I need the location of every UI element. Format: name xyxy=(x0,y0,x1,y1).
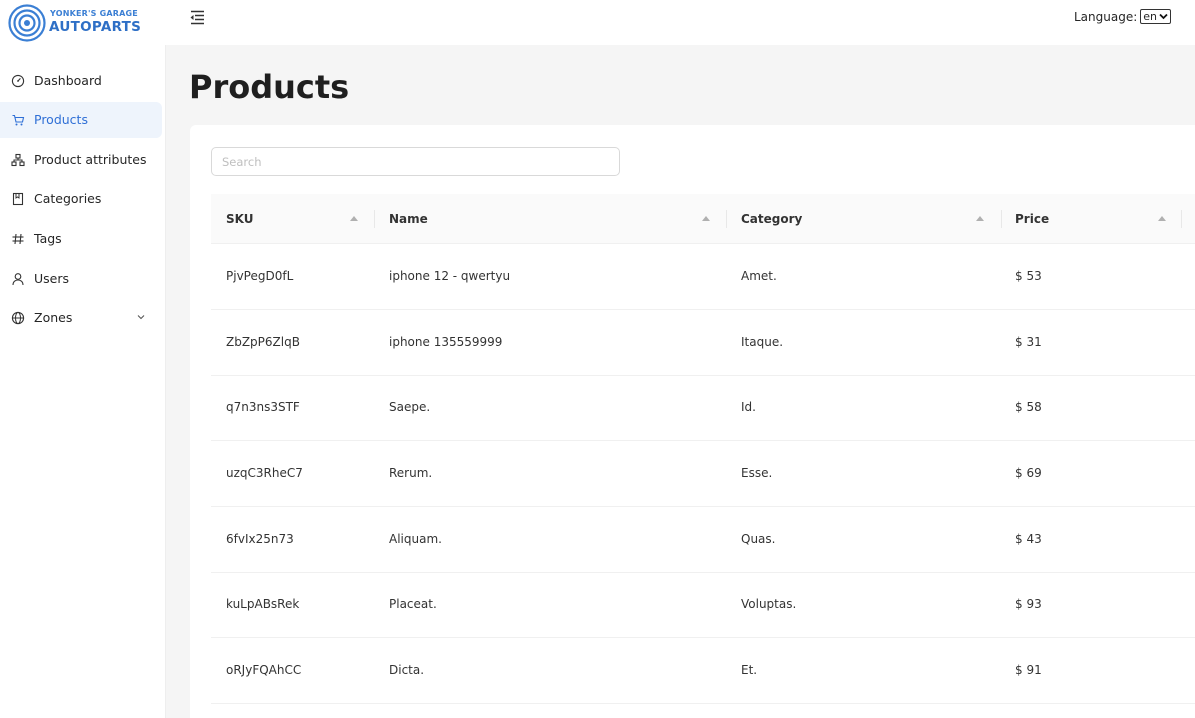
sidebar-item-products[interactable]: Products xyxy=(0,102,162,138)
brand-bottom-text: AUTOPARTS xyxy=(49,19,142,35)
column-divider xyxy=(374,210,375,228)
sort-ascending-icon xyxy=(702,216,710,221)
cell-category: Amet. xyxy=(741,269,777,283)
book-icon xyxy=(12,192,24,206)
user-icon xyxy=(12,273,24,286)
globe-icon xyxy=(11,311,25,325)
sidebar-item-zones[interactable]: Zones xyxy=(0,300,162,336)
table-row[interactable]: ZbZpP6ZlqB iphone 135559999 Itaque. $ 31 xyxy=(211,310,1195,376)
cell-price: $ 93 xyxy=(1015,597,1042,611)
dashboard-icon xyxy=(11,74,25,88)
column-header-label: Category xyxy=(741,212,803,226)
column-header-price[interactable]: Price xyxy=(1015,194,1175,244)
table-header: SKU Name Category Price xyxy=(211,194,1195,244)
sidebar-item-label: Tags xyxy=(34,231,62,246)
cell-price: $ 43 xyxy=(1015,532,1042,546)
cell-sku: oRJyFQAhCC xyxy=(226,663,302,677)
cell-price: $ 91 xyxy=(1015,663,1042,677)
language-selector: Language: en xyxy=(1074,9,1172,24)
sidebar-item-categories[interactable]: Categories xyxy=(0,181,162,217)
sidebar-item-dashboard[interactable]: Dashboard xyxy=(0,63,162,99)
sidebar: Dashboard Products Product attributes Ca… xyxy=(0,45,166,718)
language-label: Language: xyxy=(1074,9,1138,24)
menu-collapse-button[interactable] xyxy=(188,8,206,26)
column-header-label: SKU xyxy=(226,212,254,226)
sidebar-item-label: Categories xyxy=(34,191,102,206)
cell-name: Aliquam. xyxy=(389,532,442,546)
table-row[interactable]: PjvPegD0fL iphone 12 - qwertyu Amet. $ 5… xyxy=(211,244,1195,310)
cell-name: Placeat. xyxy=(389,597,437,611)
cell-name: iphone 12 - qwertyu xyxy=(389,269,511,283)
cell-sku: PjvPegD0fL xyxy=(226,269,294,283)
sidebar-item-tags[interactable]: Tags xyxy=(0,221,162,257)
sidebar-item-label: Product attributes xyxy=(34,152,147,167)
column-header-label: Name xyxy=(389,212,428,226)
cell-sku: ZbZpP6ZlqB xyxy=(226,335,300,349)
column-divider xyxy=(1001,210,1002,228)
cell-name: Dicta. xyxy=(389,663,425,677)
chevron-down-icon xyxy=(137,315,145,320)
cell-sku: kuLpABsRek xyxy=(226,597,300,611)
cell-category: Et. xyxy=(741,663,758,677)
sort-ascending-icon xyxy=(1158,216,1166,221)
cart-icon xyxy=(12,114,25,126)
brand-top-text: YONKER'S GARAGE xyxy=(50,9,138,18)
hierarchy-icon xyxy=(11,153,25,167)
sidebar-item-label: Users xyxy=(34,271,70,286)
cell-name: Saepe. xyxy=(389,400,431,414)
brand-logo[interactable]: YONKER'S GARAGE AUTOPARTS xyxy=(8,4,168,42)
cell-price: $ 69 xyxy=(1015,466,1042,480)
column-divider xyxy=(1181,210,1182,228)
page-title: Products xyxy=(189,68,350,106)
language-select[interactable]: en xyxy=(1140,9,1172,24)
top-bar: YONKER'S GARAGE AUTOPARTS Language: en xyxy=(0,0,1195,45)
sort-ascending-icon xyxy=(976,216,984,221)
cell-name: iphone 135559999 xyxy=(389,335,503,349)
column-header-sku[interactable]: SKU xyxy=(226,194,360,244)
cell-category: Esse. xyxy=(741,466,773,480)
cell-price: $ 31 xyxy=(1015,335,1042,349)
table-row[interactable]: uzqC3RheC7 Rerum. Esse. $ 69 xyxy=(211,441,1195,507)
target-logo-icon xyxy=(8,4,46,42)
cell-category: Voluptas. xyxy=(741,597,797,611)
column-divider xyxy=(726,210,727,228)
language-value: en xyxy=(1143,10,1158,23)
table-row[interactable]: 6fvIx25n73 Aliquam. Quas. $ 43 xyxy=(211,507,1195,573)
sidebar-item-users[interactable]: Users xyxy=(0,261,162,297)
column-header-label: Price xyxy=(1015,212,1050,226)
cell-price: $ 53 xyxy=(1015,269,1042,283)
cell-sku: 6fvIx25n73 xyxy=(226,532,294,546)
search-input[interactable] xyxy=(211,147,620,176)
cell-category: Id. xyxy=(741,400,756,414)
table-row[interactable]: q7n3ns3STF Saepe. Id. $ 58 xyxy=(211,375,1195,441)
sort-ascending-icon xyxy=(350,216,358,221)
hash-icon xyxy=(12,233,24,245)
table-row[interactable]: kuLpABsRek Placeat. Voluptas. $ 93 xyxy=(211,572,1195,638)
products-card: SKU Name Category Price PjvPegD0fL iphon… xyxy=(190,125,1195,718)
cell-category: Itaque. xyxy=(741,335,784,349)
cell-sku: uzqC3RheC7 xyxy=(226,466,303,480)
sidebar-item-label: Products xyxy=(34,112,88,127)
cell-sku: q7n3ns3STF xyxy=(226,400,300,414)
cell-name: Rerum. xyxy=(389,466,433,480)
cell-category: Quas. xyxy=(741,532,776,546)
column-header-name[interactable]: Name xyxy=(389,194,715,244)
chevron-down-icon xyxy=(1159,13,1168,20)
column-header-category[interactable]: Category xyxy=(741,194,991,244)
menu-fold-icon xyxy=(190,10,204,25)
sidebar-item-label: Zones xyxy=(34,310,73,325)
sidebar-item-label: Dashboard xyxy=(34,73,102,88)
sidebar-item-product-attributes[interactable]: Product attributes xyxy=(0,142,162,178)
cell-price: $ 58 xyxy=(1015,400,1042,414)
table-row[interactable]: oRJyFQAhCC Dicta. Et. $ 91 xyxy=(211,638,1195,704)
